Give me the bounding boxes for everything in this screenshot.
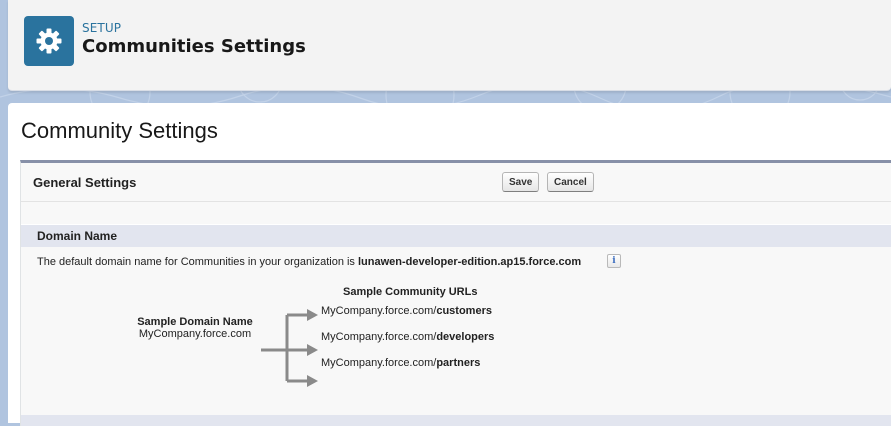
domain-description: The default domain name for Communities … [37, 256, 581, 268]
branch-arrow-icon [261, 309, 318, 387]
domain-name-section: Domain Name [21, 224, 891, 247]
save-button[interactable]: Save [502, 172, 540, 192]
sample-domain-value: MyCompany.force.com [138, 328, 252, 340]
url-suffix: developers [436, 331, 495, 343]
default-domain: lunawen-developer-edition.ap15.force.com [358, 256, 582, 268]
next-section-bar [21, 415, 891, 426]
sample-url-customers: MyCompany.force.com/customers [321, 305, 492, 317]
general-settings-panel: General Settings Save Cancel Domain Name… [20, 160, 891, 426]
sample-url-partners: MyCompany.force.com/partners [321, 357, 480, 369]
setup-icon-tile [24, 16, 74, 66]
header-title: Communities Settings [82, 36, 306, 57]
page-title: Community Settings [21, 118, 218, 143]
content-card: Community Settings General Settings Save… [8, 103, 891, 426]
section-title: Domain Name [37, 229, 118, 243]
url-suffix: partners [436, 357, 481, 369]
gear-icon [36, 28, 62, 54]
url-suffix: customers [436, 305, 492, 317]
sample-urls-title: Sample Community URLs [343, 286, 478, 298]
sample-url-developers: MyCompany.force.com/developers [321, 331, 494, 343]
url-base: MyCompany.force.com/ [321, 305, 437, 317]
panel-title: General Settings [33, 175, 137, 190]
setup-eyebrow: SETUP [82, 21, 122, 35]
url-base: MyCompany.force.com/ [321, 357, 437, 369]
setup-header: SETUP Communities Settings [8, 0, 891, 91]
cancel-button[interactable]: Cancel [547, 172, 594, 192]
sample-domain-label: Sample Domain Name [137, 316, 253, 328]
panel-header: General Settings Save Cancel [21, 163, 891, 202]
description-text: The default domain name for Communities … [37, 256, 358, 268]
url-base: MyCompany.force.com/ [321, 331, 437, 343]
info-icon[interactable]: i [607, 254, 621, 268]
